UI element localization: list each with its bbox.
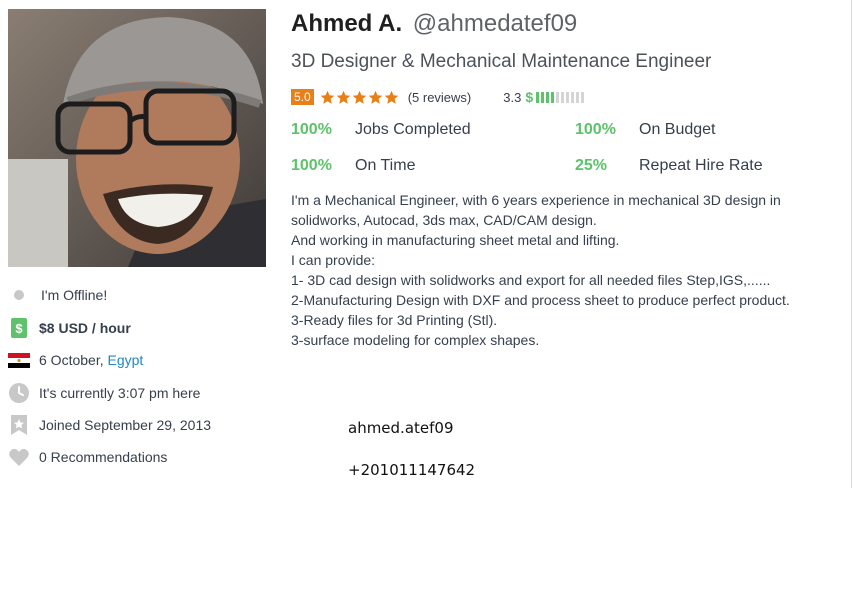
hourly-rate: $8 USD / hour — [39, 320, 131, 336]
stat-label: Jobs Completed — [355, 121, 471, 138]
stat-on-budget: 100% On Budget — [575, 119, 716, 141]
stat-repeat-hire-rate: 25% Repeat Hire Rate — [575, 155, 763, 177]
earnings-score: 3.3 — [503, 89, 522, 105]
stat-value: 25% — [575, 157, 608, 174]
profile-avatar — [8, 9, 266, 267]
avatar-photo — [8, 9, 266, 267]
profile-name: Ahmed A. — [291, 10, 403, 37]
local-time: It's currently 3:07 pm here — [39, 385, 201, 401]
description-line: I can provide: — [291, 252, 376, 268]
star-icon — [352, 90, 366, 104]
stat-label: On Budget — [639, 121, 716, 138]
money-icon: $ — [8, 317, 30, 339]
profile-tagline: 3D Designer & Mechanical Maintenance Eng… — [291, 51, 712, 72]
online-status: I'm Offline! — [41, 287, 108, 303]
joined-row: Joined September 29, 2013 — [8, 414, 211, 436]
earnings-bars — [536, 91, 585, 103]
city: 6 October, — [39, 352, 104, 368]
description-line: solidworks, Autocad, 3ds max, CAD/CAM de… — [291, 212, 597, 228]
location-row: 6 October, Egypt — [8, 349, 143, 371]
description-line: 2-Manufacturing Design with DXF and proc… — [291, 292, 790, 308]
stat-on-time: 100% On Time — [291, 155, 415, 177]
contact-phone: +201011147642 — [348, 461, 476, 479]
local-time-row: It's currently 3:07 pm here — [8, 382, 200, 404]
earnings-bar — [541, 91, 545, 103]
stat-value: 100% — [291, 157, 332, 174]
star-icon — [384, 90, 398, 104]
stat-label: Repeat Hire Rate — [639, 157, 763, 174]
earnings-bar — [561, 91, 565, 103]
status-row: I'm Offline! — [8, 284, 107, 306]
earnings-bar — [556, 91, 560, 103]
status-dot-icon — [8, 284, 30, 306]
description-line: 1- 3D cad design with solidworks and exp… — [291, 272, 771, 288]
description-line: And working in manufacturing sheet metal… — [291, 232, 620, 248]
earnings-bar — [546, 91, 550, 103]
profile-username: @ahmedatef09 — [412, 10, 578, 37]
rating-badge: 5.0 — [291, 89, 314, 105]
svg-text:$: $ — [15, 321, 23, 336]
stat-value: 100% — [575, 121, 616, 138]
stat-label: On Time — [355, 157, 416, 174]
country-link[interactable]: Egypt — [107, 352, 143, 368]
earnings-bar — [536, 91, 540, 103]
rating-stars — [320, 90, 400, 105]
profile-description: I'm a Mechanical Engineer, with 6 years … — [291, 190, 831, 350]
recommendations-row: 0 Recommendations — [8, 446, 167, 468]
recommendations: 0 Recommendations — [39, 449, 168, 465]
description-line: 3-surface modeling for complex shapes. — [291, 332, 540, 348]
stat-value: 100% — [291, 121, 332, 138]
description-line: I'm a Mechanical Engineer, with 6 years … — [291, 192, 781, 208]
heart-icon — [8, 446, 30, 468]
description-line: 3-Ready files for 3d Printing (Stl). — [291, 312, 498, 328]
dollar-icon: $ — [525, 89, 534, 105]
location: 6 October, Egypt — [39, 352, 143, 368]
rating-row: 5.0 (5 reviews) 3.3 $ — [291, 88, 585, 106]
earnings-bar — [581, 91, 585, 103]
earnings-bar — [571, 91, 575, 103]
egypt-flag-icon — [8, 349, 30, 371]
earnings-bar — [566, 91, 570, 103]
earnings-bar — [576, 91, 580, 103]
page-divider — [851, 0, 852, 488]
badge-icon — [8, 414, 30, 436]
star-icon — [368, 90, 382, 104]
reviews-count[interactable]: (5 reviews) — [408, 90, 472, 105]
earnings-bar — [551, 91, 555, 103]
joined-date: Joined September 29, 2013 — [39, 417, 212, 433]
stat-jobs-completed: 100% Jobs Completed — [291, 119, 471, 141]
hourly-rate-row: $ $8 USD / hour — [8, 317, 131, 339]
star-icon — [336, 90, 350, 104]
contact-handle: ahmed.atef09 — [348, 419, 454, 437]
star-icon — [320, 90, 334, 104]
clock-icon — [8, 382, 30, 404]
profile-name-line: Ahmed A. @ahmedatef09 — [291, 9, 577, 39]
